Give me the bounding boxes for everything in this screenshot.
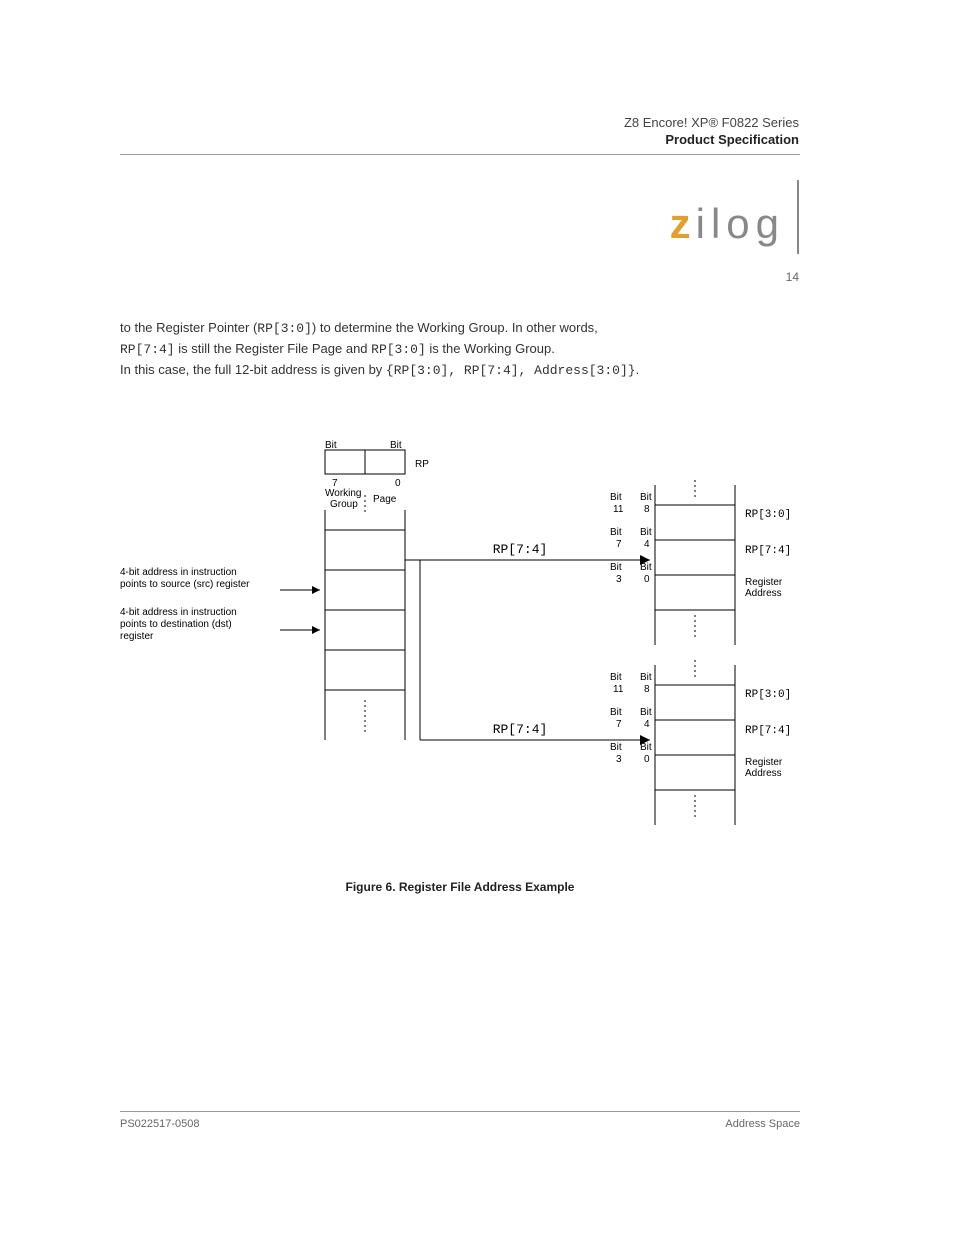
- svg-text:Bit: Bit: [610, 527, 622, 538]
- svg-text:4: 4: [644, 719, 650, 730]
- p1-b: ) to determine the Working Group. In oth…: [312, 320, 598, 335]
- reg-addr-bot: RegisterAddress: [745, 757, 783, 779]
- right-ladder-top: [655, 480, 735, 645]
- p1-a: to the Register Pointer (: [120, 320, 257, 335]
- bit7-lbl: Bit: [325, 440, 337, 451]
- page-header: Z8 Encore! XP® F0822 Series Product Spec…: [119, 115, 799, 147]
- figure-svg: Bit 7 Bit 0 RP WorkingGroup Page: [120, 440, 800, 860]
- doc-title: Z8 Encore! XP® F0822 Series: [119, 115, 799, 130]
- svg-text:11: 11: [613, 504, 624, 515]
- svg-text:4: 4: [644, 539, 650, 550]
- bot-addr-labels: Bit Bit 11 8 Bit Bit 7 4 Bit Bit 3 0 RP[3:0] R…: [610, 672, 791, 779]
- zilog-logo: z ilog: [670, 180, 799, 254]
- svg-text:Bit: Bit: [610, 707, 622, 718]
- svg-text:RP[3:0]: RP[3:0]: [745, 509, 791, 521]
- svg-text:0: 0: [644, 574, 650, 585]
- p1-d: is the Working Group.: [426, 341, 555, 356]
- page-number: 14: [786, 270, 799, 284]
- svg-text:Bit: Bit: [610, 742, 622, 753]
- right-ladder-bottom: [655, 660, 735, 825]
- dst-annotation: 4-bit address in instruction points to d…: [120, 607, 240, 642]
- bit0n-lbl: 0: [395, 478, 401, 489]
- svg-text:Bit: Bit: [640, 562, 652, 573]
- rp30-inline: RP[3:0]: [257, 321, 312, 336]
- bit0-lbl: Bit: [390, 440, 402, 451]
- rp74-inline: RP[7:4]: [120, 342, 175, 357]
- footer-left: PS022517-0508: [120, 1118, 200, 1130]
- svg-text:11: 11: [613, 684, 624, 695]
- svg-text:Bit: Bit: [610, 562, 622, 573]
- footer-right: Address Space: [725, 1118, 800, 1130]
- header-rule: [120, 154, 800, 155]
- p1-c: is still the Register File Page and: [175, 341, 372, 356]
- svg-text:0: 0: [644, 754, 650, 765]
- reg-addr-top: RegisterAddress: [745, 577, 783, 599]
- svg-text:Bit: Bit: [640, 742, 652, 753]
- svg-text:Bit: Bit: [640, 672, 652, 683]
- rp-label: RP: [415, 459, 429, 470]
- top-addr-labels: Bit Bit 11 8 Bit Bit 7 4 Bit Bit 3 0 RP[3:0] R…: [610, 492, 791, 599]
- svg-text:Bit: Bit: [640, 527, 652, 538]
- page-footer: PS022517-0508 Address Space: [120, 1111, 800, 1130]
- svg-text:Bit: Bit: [610, 672, 622, 683]
- svg-text:RP[7:4]: RP[7:4]: [745, 725, 791, 737]
- doc-subtitle: Product Specification: [119, 132, 799, 147]
- svg-text:RP[3:0]: RP[3:0]: [745, 689, 791, 701]
- src-annotation: 4-bit address in instruction points to s…: [120, 567, 250, 590]
- svg-text:8: 8: [644, 684, 650, 695]
- p2-a: In this case, the full 12-bit address is…: [120, 362, 386, 377]
- logo-rest: ilog: [696, 200, 785, 248]
- paragraph-1: to the Register Pointer (RP[3:0]) to det…: [120, 318, 800, 360]
- svg-text:RP[7:4]: RP[7:4]: [745, 545, 791, 557]
- left-ladder: [325, 495, 405, 740]
- figure-6: Bit 7 Bit 0 RP WorkingGroup Page: [120, 440, 800, 860]
- svg-text:Bit: Bit: [640, 707, 652, 718]
- svg-text:Bit: Bit: [640, 492, 652, 503]
- rp74-arrow-bot: RP[7:4]: [493, 722, 548, 737]
- rp74-arrow-top: RP[7:4]: [493, 542, 548, 557]
- logo-accent: z: [670, 200, 692, 248]
- svg-text:3: 3: [616, 574, 622, 585]
- figure-caption: Figure 6. Register File Address Example: [120, 880, 800, 894]
- wg-label: WorkingGroup: [325, 488, 362, 510]
- addr-expr: {RP[3:0], RP[7:4], Address[3:0]}: [386, 363, 636, 378]
- rp30-inline2: RP[3:0]: [371, 342, 426, 357]
- p2-b: .: [636, 362, 640, 377]
- page-label: Page: [373, 494, 397, 505]
- rp-register-box: Bit 7 Bit 0 RP WorkingGroup Page: [325, 440, 429, 510]
- paragraph-2: In this case, the full 12-bit address is…: [120, 360, 800, 381]
- svg-text:7: 7: [616, 539, 622, 550]
- svg-text:8: 8: [644, 504, 650, 515]
- svg-text:3: 3: [616, 754, 622, 765]
- svg-text:Bit: Bit: [610, 492, 622, 503]
- svg-text:7: 7: [616, 719, 622, 730]
